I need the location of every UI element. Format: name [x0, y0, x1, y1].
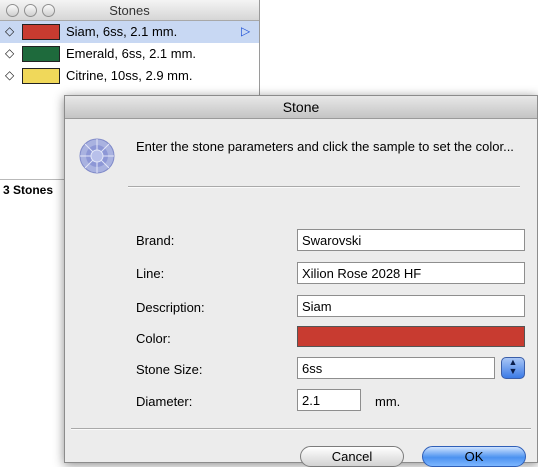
- bottom-divider: [71, 428, 531, 430]
- stone-size-field[interactable]: [297, 357, 495, 379]
- stone-color-swatch[interactable]: [22, 46, 60, 62]
- stone-size-label: Stone Size:: [136, 362, 203, 377]
- stone-row-0[interactable]: ◇ Siam, 6ss, 2.1 mm. ▷: [0, 21, 259, 43]
- stone-size-stepper[interactable]: ▲ ▼: [501, 357, 525, 379]
- description-label: Description:: [136, 300, 205, 315]
- palette-titlebar[interactable]: Stones: [0, 0, 259, 21]
- disclosure-arrow-icon[interactable]: ▷: [241, 24, 250, 38]
- dialog-title: Stone: [282, 99, 320, 115]
- line-label: Line:: [136, 266, 165, 281]
- dialog-body: Enter the stone parameters and click the…: [65, 119, 537, 467]
- top-divider: [128, 186, 520, 188]
- dialog-titlebar[interactable]: Stone: [65, 96, 537, 119]
- ok-button[interactable]: OK: [422, 446, 526, 467]
- stone-label: Emerald, 6ss, 2.1 mm.: [66, 46, 197, 61]
- diameter-unit: mm.: [375, 394, 401, 409]
- intro-text: Enter the stone parameters and click the…: [136, 139, 514, 154]
- palette-title: Stones: [109, 3, 150, 18]
- stone-row-2[interactable]: ◇ Citrine, 10ss, 2.9 mm.: [0, 65, 259, 87]
- diamond-icon: ◇: [5, 68, 15, 82]
- stone-dialog: Stone Enter the stone parameters and cli…: [64, 95, 538, 467]
- stone-row-1[interactable]: ◇ Emerald, 6ss, 2.1 mm.: [0, 43, 259, 65]
- cancel-button[interactable]: Cancel: [300, 446, 404, 467]
- stone-label: Siam, 6ss, 2.1 mm.: [66, 24, 178, 39]
- stone-color-swatch[interactable]: [22, 24, 60, 40]
- brand-label: Brand:: [136, 233, 175, 248]
- stone-color-swatch[interactable]: [22, 68, 60, 84]
- description-field[interactable]: [297, 295, 525, 317]
- color-sample-well[interactable]: [297, 326, 525, 347]
- stone-label: Citrine, 10ss, 2.9 mm.: [66, 68, 193, 83]
- diameter-field[interactable]: [297, 389, 361, 411]
- line-field[interactable]: [297, 262, 525, 284]
- diameter-label: Diameter:: [136, 394, 193, 409]
- brand-field[interactable]: [297, 229, 525, 251]
- stone-gem-icon: [79, 138, 115, 174]
- stone-count: 3 Stones: [3, 183, 54, 197]
- color-label: Color:: [136, 331, 171, 346]
- chevron-down-icon[interactable]: ▼: [502, 367, 524, 376]
- diamond-icon: ◇: [5, 24, 15, 38]
- diamond-icon: ◇: [5, 46, 15, 60]
